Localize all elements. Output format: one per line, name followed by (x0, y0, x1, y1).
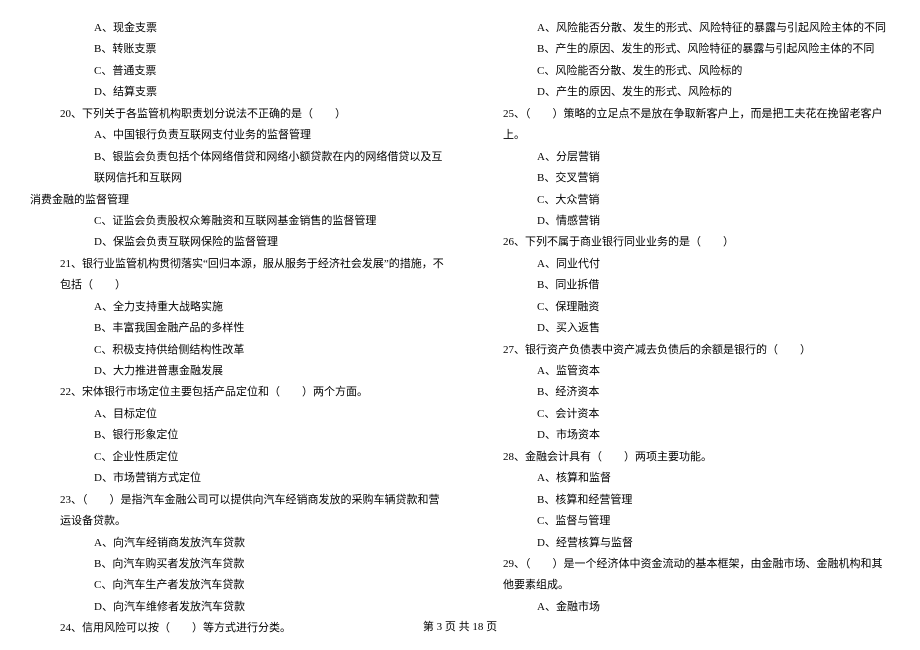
option-item: D、买入返售 (473, 318, 890, 339)
option-item: C、风险能否分散、发生的形式、风险标的 (473, 61, 890, 82)
option-item: D、市场营销方式定位 (30, 468, 447, 489)
option-item: D、情感营销 (473, 211, 890, 232)
option-item: C、大众营销 (473, 190, 890, 211)
question-27: 27、银行资产负债表中资产减去负债后的余额是银行的（ ） (473, 340, 890, 361)
question-20: 20、下列关于各监管机构职责划分说法不正确的是（ ） (30, 104, 447, 125)
question-22: 22、宋体银行市场定位主要包括产品定位和（ ）两个方面。 (30, 382, 447, 403)
option-item: C、保理融资 (473, 297, 890, 318)
option-item: A、核算和监督 (473, 468, 890, 489)
option-item: C、证监会负责股权众筹融资和互联网基金销售的监督管理 (30, 211, 447, 232)
option-item: D、大力推进普惠金融发展 (30, 361, 447, 382)
option-item: A、向汽车经销商发放汽车贷款 (30, 533, 447, 554)
question-21: 21、银行业监管机构贯彻落实“回归本源，服从服务于经济社会发展”的措施，不包括（… (30, 254, 447, 297)
option-item: A、风险能否分散、发生的形式、风险特征的暴露与引起风险主体的不同 (473, 18, 890, 39)
option-item: A、现金支票 (30, 18, 447, 39)
option-item: B、转账支票 (30, 39, 447, 60)
option-item: C、向汽车生产者发放汽车贷款 (30, 575, 447, 596)
option-item: A、同业代付 (473, 254, 890, 275)
option-item: C、监督与管理 (473, 511, 890, 532)
option-item: B、丰富我国金融产品的多样性 (30, 318, 447, 339)
option-item: C、企业性质定位 (30, 447, 447, 468)
right-column: A、风险能否分散、发生的形式、风险特征的暴露与引起风险主体的不同 B、产生的原因… (473, 18, 890, 640)
option-item: D、结算支票 (30, 82, 447, 103)
question-28: 28、金融会计具有（ ）两项主要功能。 (473, 447, 890, 468)
option-item: B、同业拆借 (473, 275, 890, 296)
option-item: D、经营核算与监督 (473, 533, 890, 554)
question-20-continuation: 消费金融的监督管理 (30, 190, 447, 211)
option-item: B、产生的原因、发生的形式、风险特征的暴露与引起风险主体的不同 (473, 39, 890, 60)
option-item: C、普通支票 (30, 61, 447, 82)
page-content: A、现金支票 B、转账支票 C、普通支票 D、结算支票 20、下列关于各监管机构… (0, 0, 920, 640)
option-item: A、监管资本 (473, 361, 890, 382)
option-item: C、积极支持供给侧结构性改革 (30, 340, 447, 361)
option-item: A、分层营销 (473, 147, 890, 168)
question-23: 23、（ ）是指汽车金融公司可以提供向汽车经销商发放的采购车辆贷款和营运设备贷款… (30, 490, 447, 533)
question-25: 25、（ ）策略的立足点不是放在争取新客户上，而是把工夫花在挽留老客户上。 (473, 104, 890, 147)
option-item: B、银监会负责包括个体网络借贷和网络小额贷款在内的网络借贷以及互联网信托和互联网 (30, 147, 447, 190)
option-item: B、向汽车购买者发放汽车贷款 (30, 554, 447, 575)
option-item: A、金融市场 (473, 597, 890, 618)
option-item: D、产生的原因、发生的形式、风险标的 (473, 82, 890, 103)
page-footer: 第 3 页 共 18 页 (0, 617, 920, 638)
option-item: A、目标定位 (30, 404, 447, 425)
option-item: B、经济资本 (473, 382, 890, 403)
option-item: A、中国银行负责互联网支付业务的监督管理 (30, 125, 447, 146)
option-item: D、市场资本 (473, 425, 890, 446)
left-column: A、现金支票 B、转账支票 C、普通支票 D、结算支票 20、下列关于各监管机构… (30, 18, 447, 640)
option-item: B、银行形象定位 (30, 425, 447, 446)
question-26: 26、下列不属于商业银行同业业务的是（ ） (473, 232, 890, 253)
option-item: B、交叉营销 (473, 168, 890, 189)
option-item: C、会计资本 (473, 404, 890, 425)
option-item: D、向汽车维修者发放汽车贷款 (30, 597, 447, 618)
question-29: 29、（ ）是一个经济体中资金流动的基本框架，由金融市场、金融机构和其他要素组成… (473, 554, 890, 597)
option-item: D、保监会负责互联网保险的监督管理 (30, 232, 447, 253)
option-item: B、核算和经营管理 (473, 490, 890, 511)
option-item: A、全力支持重大战略实施 (30, 297, 447, 318)
